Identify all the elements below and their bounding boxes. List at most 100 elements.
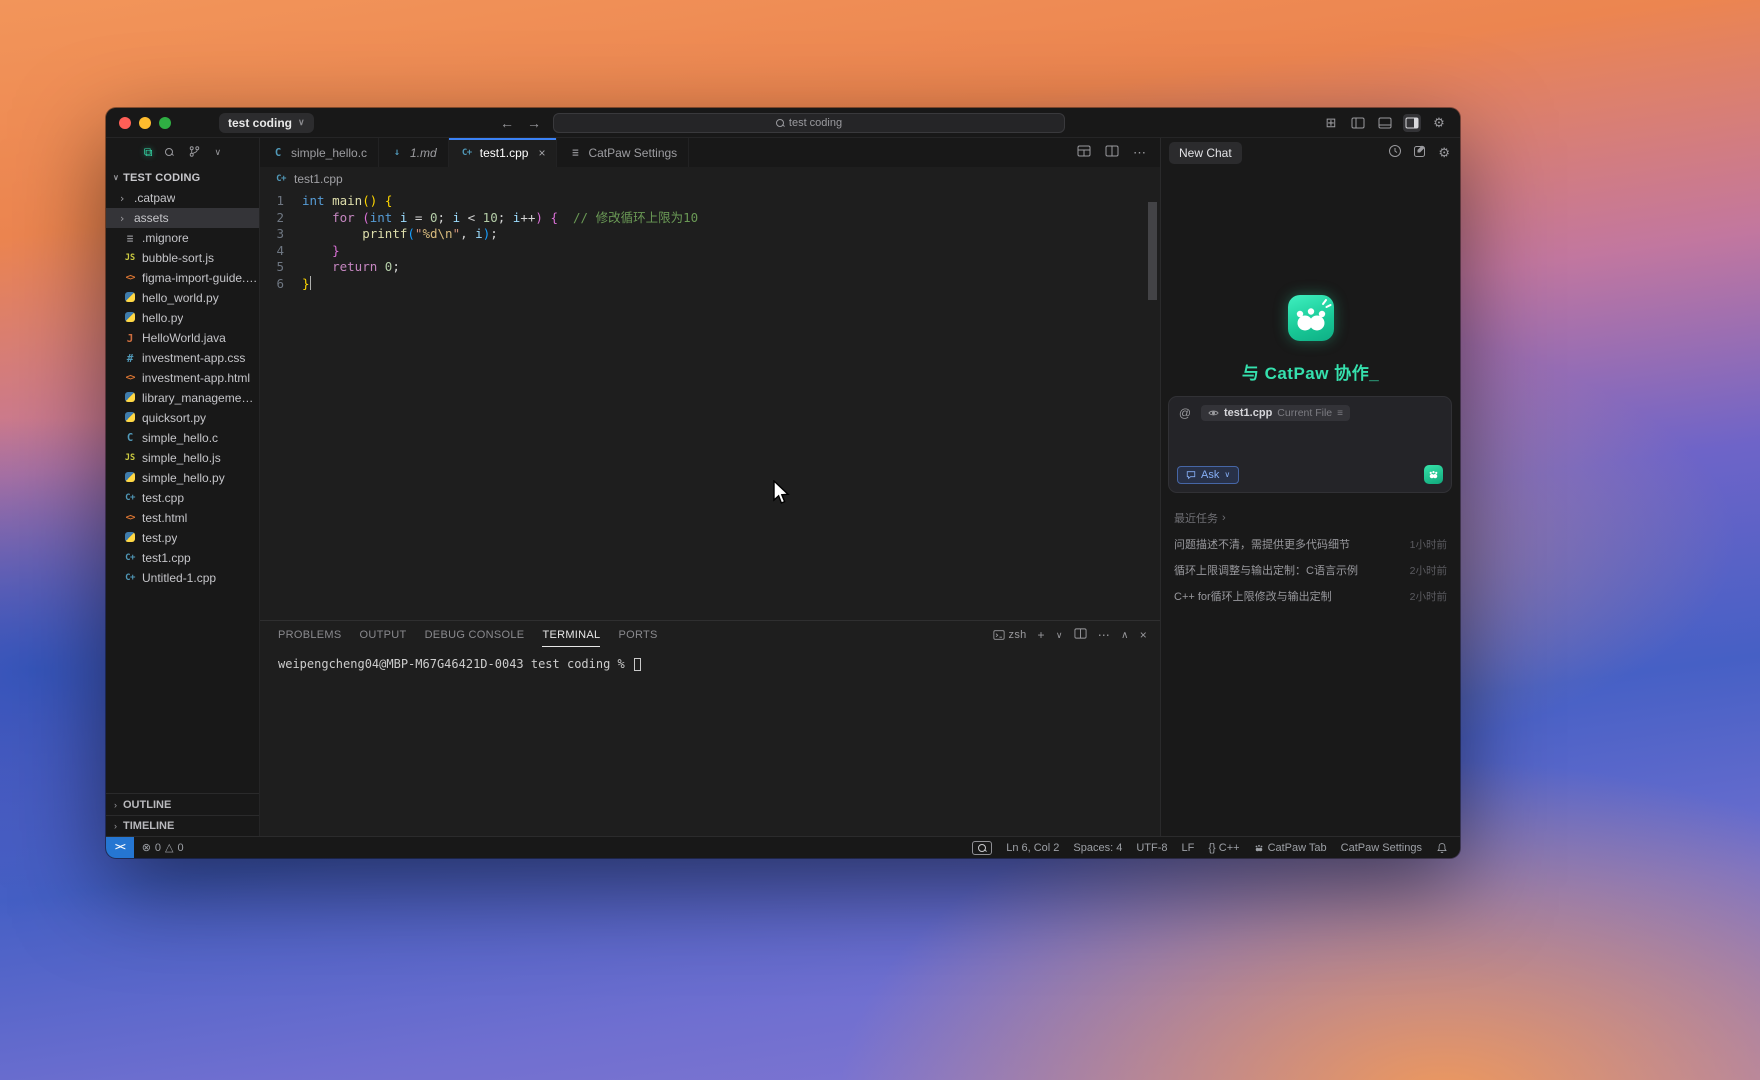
file-item-quicksort.py[interactable]: quicksort.py (106, 408, 259, 428)
notifications-bell-icon[interactable] (1436, 842, 1448, 854)
file-item-figma-import-guide.h...[interactable]: <> figma-import-guide.h... (106, 268, 259, 288)
file-item-test.html[interactable]: <> test.html (106, 508, 259, 528)
close-panel-icon[interactable]: × (1140, 628, 1147, 642)
remote-indicator[interactable]: >< (106, 837, 134, 858)
file-item-test.py[interactable]: test.py (106, 528, 259, 548)
chat-history-icon[interactable] (1388, 144, 1402, 161)
outline-label: OUTLINE (123, 798, 172, 811)
tab-simple_hello.c[interactable]: Csimple_hello.c (260, 138, 380, 167)
css-icon: # (126, 351, 134, 365)
new-chat-button[interactable]: New Chat (1169, 141, 1242, 164)
zoom-indicator[interactable] (972, 840, 993, 855)
terminal-profile[interactable]: zsh (992, 629, 1027, 641)
ask-mode-button[interactable]: Ask ∨ (1177, 465, 1240, 484)
file-label: hello.py (142, 311, 184, 325)
file-item-test1.cpp[interactable]: C+ test1.cpp (106, 548, 259, 568)
terminal-output[interactable]: weipengcheng04@MBP-M67G46421D-0043 test … (260, 649, 1160, 671)
compose-icon[interactable] (1413, 144, 1427, 161)
catpaw-settings-status[interactable]: CatPaw Settings (1341, 842, 1422, 854)
explorer-section-header[interactable]: ∨ TEST CODING (106, 167, 259, 188)
file-item-simple_hello.c[interactable]: Csimple_hello.c (106, 428, 259, 448)
panel-tab-ports[interactable]: PORTS (618, 623, 657, 647)
panel-tab-output[interactable]: OUTPUT (360, 623, 407, 647)
encoding[interactable]: UTF-8 (1136, 842, 1167, 854)
chat-input-card[interactable]: @ test1.cpp Current File ≡ Ask ∨ (1168, 396, 1452, 493)
sidebar-search-icon[interactable] (165, 147, 175, 158)
customize-layout-icon[interactable]: ⊞ (1322, 114, 1340, 132)
file-item-HelloWorld.java[interactable]: J HelloWorld.java (106, 328, 259, 348)
command-center-search[interactable]: test coding (553, 113, 1065, 133)
settings-gear-icon[interactable]: ⚙ (1430, 114, 1448, 132)
line-number: 2 (276, 209, 284, 225)
source-control-icon[interactable] (188, 145, 201, 161)
panel-more-icon[interactable]: ⋯ (1098, 628, 1110, 642)
workspace-switcher[interactable]: test coding ∨ (219, 112, 314, 133)
terminal-dropdown-icon[interactable]: ∨ (1056, 630, 1063, 641)
code-line-5: 5 return 0; (260, 259, 1160, 276)
maximize-panel-icon[interactable]: ∧ (1121, 630, 1129, 641)
catpaw-settings-gear-icon[interactable]: ⚙ (1438, 145, 1450, 161)
eol-sequence[interactable]: LF (1182, 842, 1195, 854)
file-item-test.cpp[interactable]: C+ test.cpp (106, 488, 259, 508)
editor-scrollbar[interactable] (1148, 202, 1157, 300)
timeline-section[interactable]: › TIMELINE (106, 815, 259, 836)
new-terminal-icon[interactable]: + (1038, 628, 1045, 642)
outline-section[interactable]: › OUTLINE (106, 794, 259, 815)
file-item-bubble-sort.js[interactable]: JS bubble-sort.js (106, 248, 259, 268)
file-item-.mignore[interactable]: ≡ .mignore (106, 228, 259, 248)
traffic-lights (106, 116, 181, 129)
mention-button[interactable]: @ (1177, 405, 1193, 421)
file-item-simple_hello.js[interactable]: JS simple_hello.js (106, 448, 259, 468)
panel-tab-terminal[interactable]: TERMINAL (542, 623, 601, 647)
recent-task-item[interactable]: 问题描述不清，需提供更多代码细节 1小时前 (1174, 536, 1447, 552)
file-item-investment-app.html[interactable]: <> investment-app.html (106, 368, 259, 388)
explorer-pages-icon[interactable]: ⧉ (144, 145, 153, 160)
split-terminal-icon[interactable] (1074, 627, 1087, 643)
send-button[interactable] (1424, 465, 1443, 484)
close-window-button[interactable] (119, 116, 131, 129)
forward-button[interactable]: → (527, 115, 541, 131)
recent-task-item[interactable]: 循环上限调整与输出定制：C语言示例 2小时前 (1174, 562, 1447, 578)
file-item-Untitled-1.cpp[interactable]: C+ Untitled-1.cpp (106, 568, 259, 588)
language-mode[interactable]: {} C++ (1208, 842, 1239, 854)
file-item-assets[interactable]: › assets (106, 208, 259, 228)
ask-label: Ask (1201, 468, 1220, 481)
py-icon (123, 532, 137, 545)
recent-tasks-header[interactable]: 最近任务 › (1174, 510, 1447, 526)
panel-tab-problems[interactable]: PROBLEMS (278, 623, 342, 647)
recent-task-item[interactable]: C++ for循环上限修改与输出定制 2小时前 (1174, 588, 1447, 604)
file-item-simple_hello.py[interactable]: simple_hello.py (106, 468, 259, 488)
toggle-secondary-sidebar-icon[interactable] (1403, 113, 1421, 132)
code-line-3: 3 printf(" %d \n ", i); (260, 226, 1160, 243)
views-chevron-down-icon[interactable]: ∨ (214, 147, 221, 158)
back-button[interactable]: ← (500, 115, 514, 131)
context-file-label: Current File (1277, 407, 1333, 419)
panel-tab-debug-console[interactable]: DEBUG CONSOLE (425, 623, 525, 647)
more-actions-icon[interactable]: ⋯ (1133, 145, 1146, 161)
file-item-.catpaw[interactable]: › .catpaw (106, 188, 259, 208)
folder-icon: › (118, 191, 126, 205)
toggle-primary-sidebar-icon[interactable] (1349, 114, 1367, 132)
minimize-window-button[interactable] (139, 116, 151, 129)
tab-test1.cpp[interactable]: C+ test1.cpp × (448, 138, 558, 167)
file-item-library_management...[interactable]: library_management... (106, 388, 259, 408)
catpaw-tab-status[interactable]: CatPaw Tab (1254, 842, 1327, 854)
terminal-prompt: weipengcheng04@MBP-M67G46421D-0043 test … (278, 657, 633, 671)
file-item-hello_world.py[interactable]: hello_world.py (106, 288, 259, 308)
file-item-hello.py[interactable]: hello.py (106, 308, 259, 328)
breadcrumb[interactable]: C+ test1.cpp (260, 167, 1160, 190)
context-file-chip[interactable]: test1.cpp Current File ≡ (1201, 405, 1350, 421)
problems-indicator[interactable]: ⊗ 0 △ 0 (142, 841, 184, 855)
editor-layout-icon[interactable] (1077, 144, 1091, 161)
cursor-position[interactable]: Ln 6, Col 2 (1006, 842, 1059, 854)
indentation[interactable]: Spaces: 4 (1073, 842, 1122, 854)
task-time: 2小时前 (1409, 590, 1447, 603)
file-item-investment-app.css[interactable]: # investment-app.css (106, 348, 259, 368)
split-editor-icon[interactable] (1105, 144, 1119, 161)
toggle-panel-icon[interactable] (1376, 114, 1394, 132)
close-tab-icon[interactable]: × (538, 146, 545, 160)
tab-1.md[interactable]: ↓ 1.md (379, 138, 449, 167)
tab-CatPaw Settings[interactable]: ≡ CatPaw Settings (557, 138, 690, 167)
code-editor[interactable]: 1 int main() {2 for (int i = 0; i < 10; i… (260, 190, 1160, 620)
zoom-window-button[interactable] (159, 116, 171, 129)
